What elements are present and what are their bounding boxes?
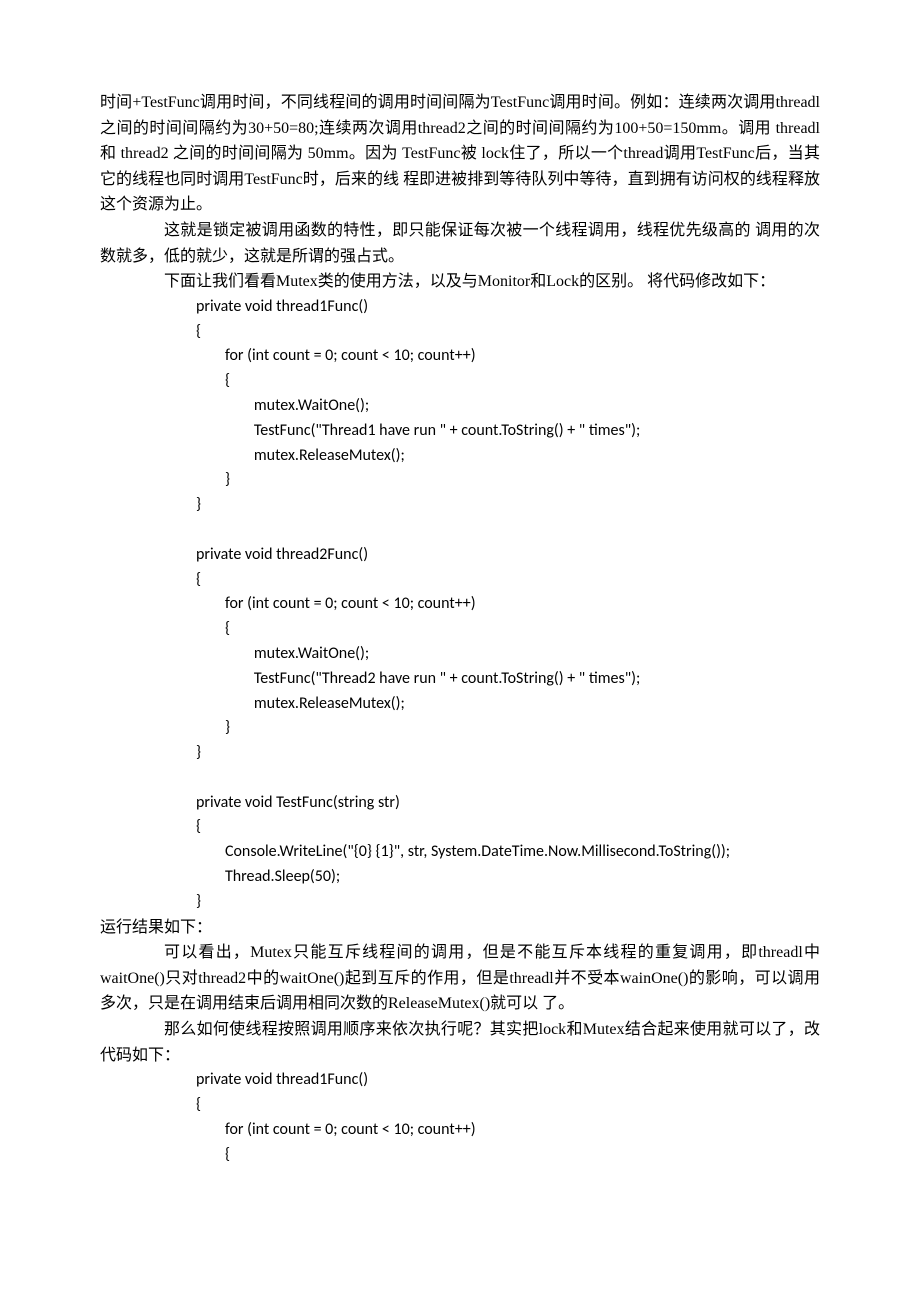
document-page: 时间+TestFunc调用时间，不同线程间的调用时间间隔为TestFunc调用时… xyxy=(0,0,920,1267)
paragraph-2: 这就是锁定被调用函数的特性，即只能保证每次被一个线程调用，线程优先级高的 调用的… xyxy=(100,218,820,269)
code-block-2: private void thread1Func() { for (int co… xyxy=(100,1068,820,1167)
paragraph-1: 时间+TestFunc调用时间，不同线程间的调用时间间隔为TestFunc调用时… xyxy=(100,90,820,218)
paragraph-3: 下面让我们看看Mutex类的使用方法，以及与Monitor和Lock的区别。 将… xyxy=(100,269,820,295)
paragraph-5: 可以看出，Mutex只能互斥线程间的调用，但是不能互斥本线程的重复调用，即thr… xyxy=(100,940,820,1017)
paragraph-6: 那么如何使线程按照调用顺序来依次执行呢？其实把lock和Mutex结合起来使用就… xyxy=(100,1017,820,1068)
code-block-1: private void thread1Func() { for (int co… xyxy=(100,295,820,915)
paragraph-4: 运行结果如下： xyxy=(100,915,820,941)
